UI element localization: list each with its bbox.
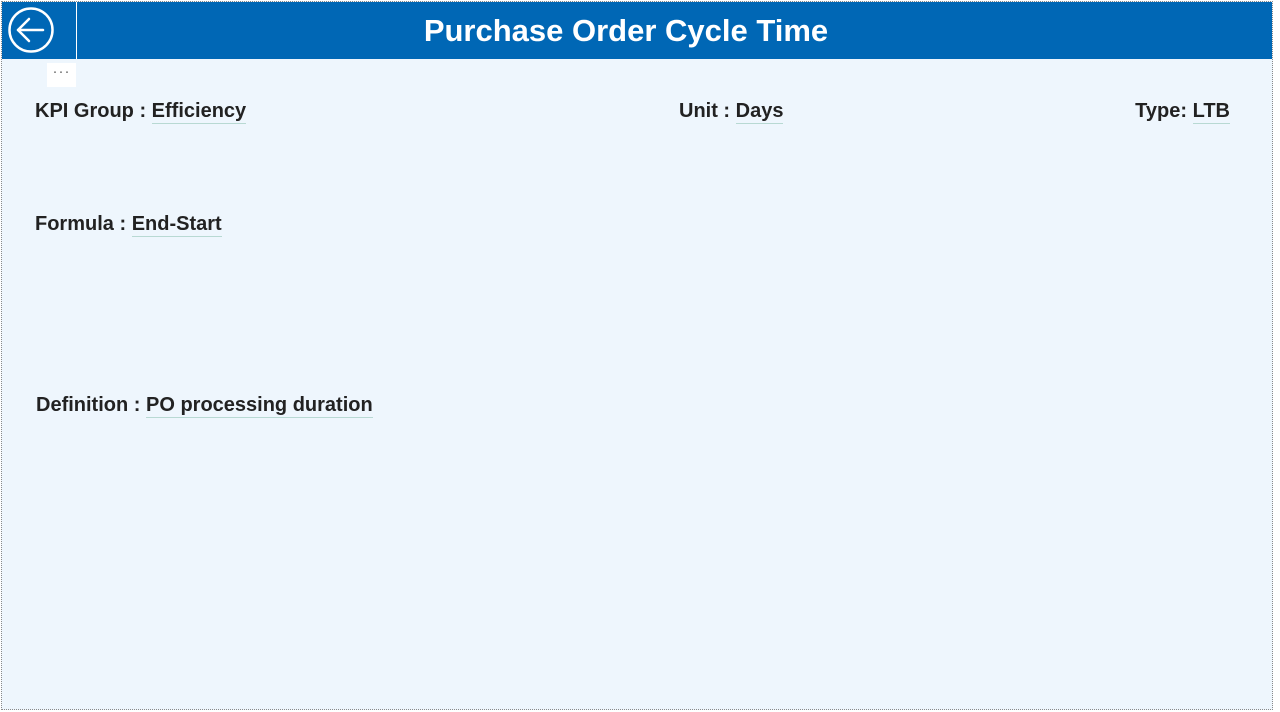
type-label: Type:: [1135, 100, 1188, 122]
definition-field: Definition : PO processing duration: [36, 393, 373, 418]
unit-value: Days: [735, 100, 784, 124]
unit-label: Unit :: [679, 100, 731, 122]
formula-field: Formula : End-Start: [35, 212, 222, 237]
kpi-group-value: Efficiency: [151, 100, 247, 124]
unit-field: Unit : Days: [679, 99, 784, 124]
arrow-left-circle-icon: [8, 7, 54, 53]
kpi-detail-page: Purchase Order Cycle Time ··· KPI Group …: [1, 1, 1273, 710]
kpi-group-label: KPI Group :: [35, 100, 147, 122]
page-title: Purchase Order Cycle Time: [423, 13, 829, 48]
back-button[interactable]: [2, 2, 77, 59]
kpi-group-field: KPI Group : Efficiency: [35, 99, 247, 124]
formula-value: End-Start: [131, 213, 222, 237]
definition-value: PO processing duration: [146, 394, 373, 418]
page-header: Purchase Order Cycle Time: [2, 2, 1272, 59]
definition-label: Definition :: [36, 394, 141, 416]
type-field: Type: LTB: [1135, 99, 1230, 124]
more-options-button[interactable]: ···: [47, 63, 76, 87]
type-value: LTB: [1192, 100, 1230, 124]
formula-label: Formula :: [35, 213, 127, 235]
